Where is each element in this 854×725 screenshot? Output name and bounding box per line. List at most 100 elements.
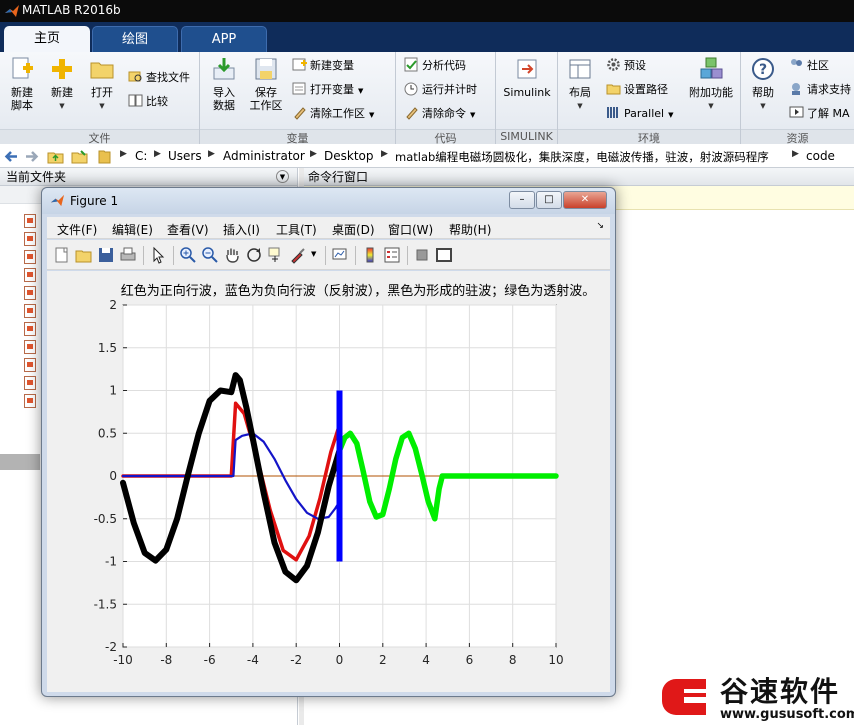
m-file-icon[interactable] bbox=[24, 286, 36, 300]
simulink-button[interactable]: Simulink bbox=[500, 56, 554, 99]
open-variable-button[interactable]: 打开变量 ▼ bbox=[292, 80, 363, 100]
learn-matlab-button[interactable]: 了解 MA bbox=[789, 104, 850, 124]
legend-icon[interactable] bbox=[383, 246, 401, 264]
data-cursor-icon[interactable] bbox=[267, 246, 285, 264]
m-file-icon[interactable] bbox=[24, 322, 36, 336]
menu-insert[interactable]: 插入(I) bbox=[223, 221, 260, 238]
figure-title: Figure 1 bbox=[70, 194, 119, 208]
chevron-right-icon: ▶ bbox=[792, 149, 799, 159]
tab-home[interactable]: 主页 bbox=[4, 26, 90, 53]
tab-plots[interactable]: 绘图 bbox=[92, 26, 178, 52]
find-files-button[interactable]: 查找文件 bbox=[128, 68, 190, 88]
figure-title-bar[interactable]: Figure 1 – □ ✕ bbox=[42, 188, 615, 214]
breadcrumb-users[interactable]: Users bbox=[168, 149, 202, 163]
new-variable-icon bbox=[292, 58, 307, 71]
m-file-icon[interactable] bbox=[24, 304, 36, 318]
pointer-icon[interactable] bbox=[149, 246, 167, 264]
up-folder-icon[interactable] bbox=[47, 148, 64, 165]
m-file-icon[interactable] bbox=[24, 376, 36, 390]
minimize-button[interactable]: – bbox=[509, 191, 535, 209]
m-file-icon[interactable] bbox=[24, 394, 36, 408]
group-label-variable: 变量 bbox=[200, 129, 395, 145]
chevron-down-icon: ▼ bbox=[708, 102, 714, 110]
import-data-button[interactable]: 导入 数据 bbox=[206, 56, 242, 112]
pan-hand-icon[interactable] bbox=[223, 246, 241, 264]
add-ons-button[interactable]: 附加功能 ▼ bbox=[686, 56, 736, 113]
help-button[interactable]: ? 帮助 ▼ bbox=[747, 56, 779, 113]
new-figure-icon[interactable] bbox=[53, 246, 71, 264]
menu-desktop[interactable]: 桌面(D) bbox=[332, 221, 375, 238]
m-file-icon[interactable] bbox=[24, 232, 36, 246]
preferences-button[interactable]: 预设 bbox=[606, 56, 646, 76]
print-icon[interactable] bbox=[119, 246, 137, 264]
request-support-button[interactable]: 请求支持 bbox=[789, 80, 851, 100]
app-title-bar: MATLAB R2016b bbox=[0, 0, 854, 22]
run-and-time-button[interactable]: 运行并计时 bbox=[404, 80, 477, 100]
open-button[interactable]: 打开 ▼ bbox=[84, 56, 120, 113]
menu-edit[interactable]: 编辑(E) bbox=[112, 221, 153, 238]
breadcrumb-code[interactable]: code bbox=[806, 149, 835, 163]
save-workspace-button[interactable]: 保存 工作区 bbox=[246, 56, 286, 112]
browse-folder-icon[interactable] bbox=[71, 148, 88, 165]
plot-area[interactable]: 红色为正向行波，蓝色为负向行波（反射波），黑色为形成的驻波；绿色为透射波。 -1… bbox=[47, 271, 610, 692]
chevron-down-icon: ▼ bbox=[470, 111, 476, 119]
back-arrow-icon[interactable] bbox=[3, 148, 20, 165]
breadcrumb-project-folder[interactable]: matlab编程电磁场圆极化，集肤深度，电磁波传播，驻波，射波源码程序 bbox=[395, 149, 769, 165]
hide-plot-tools-icon[interactable] bbox=[413, 246, 431, 264]
menu-window[interactable]: 窗口(W) bbox=[388, 221, 433, 238]
m-file-icon[interactable] bbox=[24, 340, 36, 354]
m-file-icon[interactable] bbox=[24, 250, 36, 264]
close-button[interactable]: ✕ bbox=[563, 191, 607, 209]
compare-button[interactable]: 比较 bbox=[128, 92, 168, 112]
chevron-right-icon: ▶ bbox=[310, 149, 317, 159]
set-path-button[interactable]: 设置路径 bbox=[606, 80, 668, 100]
show-plot-tools-icon[interactable] bbox=[435, 246, 453, 264]
chevron-down-icon: ▼ bbox=[760, 102, 766, 110]
zoom-out-icon[interactable] bbox=[201, 246, 219, 264]
brush-icon[interactable] bbox=[289, 246, 307, 264]
toolbar-separator bbox=[355, 246, 356, 265]
tab-apps[interactable]: APP bbox=[181, 26, 267, 52]
link-plot-icon[interactable] bbox=[331, 246, 349, 264]
save-icon[interactable] bbox=[97, 246, 115, 264]
rotate-3d-icon[interactable] bbox=[245, 246, 263, 264]
selected-file-row[interactable] bbox=[0, 454, 40, 470]
analyze-code-button[interactable]: 分析代码 bbox=[404, 56, 466, 76]
community-button[interactable]: 社区 bbox=[789, 56, 829, 76]
chevron-right-icon: ▶ bbox=[154, 149, 161, 159]
forward-arrow-icon[interactable] bbox=[23, 148, 40, 165]
menu-help[interactable]: 帮助(H) bbox=[449, 221, 491, 238]
x-tick-label: -2 bbox=[290, 653, 302, 667]
group-variable: 导入 数据 保存 工作区 新建变量 打开变量 ▼ 清除工作区 ▼ 变量 bbox=[200, 52, 396, 145]
new-button[interactable]: 新建 ▼ bbox=[44, 56, 80, 113]
layout-button[interactable]: 布局 ▼ bbox=[562, 56, 598, 113]
new-script-button[interactable]: 新建 脚本 bbox=[4, 56, 40, 112]
chevron-down-icon[interactable]: ▼ bbox=[311, 250, 316, 258]
clear-commands-button[interactable]: 清除命令 ▼ bbox=[404, 104, 475, 124]
dock-arrow-icon[interactable]: ↘ bbox=[596, 221, 604, 231]
zoom-in-icon[interactable] bbox=[179, 246, 197, 264]
panel-menu-icon[interactable]: ▼ bbox=[276, 170, 289, 183]
clear-workspace-button[interactable]: 清除工作区 ▼ bbox=[292, 104, 374, 124]
breadcrumb-administrator[interactable]: Administrator bbox=[223, 149, 305, 163]
new-variable-button[interactable]: 新建变量 bbox=[292, 56, 354, 76]
chevron-right-icon: ▶ bbox=[208, 149, 215, 159]
m-file-icon[interactable] bbox=[24, 268, 36, 282]
parallel-button[interactable]: Parallel ▼ bbox=[606, 104, 673, 124]
menu-view[interactable]: 查看(V) bbox=[167, 221, 209, 238]
menu-tools[interactable]: 工具(T) bbox=[276, 221, 317, 238]
maximize-button[interactable]: □ bbox=[536, 191, 562, 209]
gear-icon bbox=[607, 58, 620, 71]
breadcrumb-desktop[interactable]: Desktop bbox=[324, 149, 374, 163]
menu-file[interactable]: 文件(F) bbox=[57, 221, 97, 238]
colorbar-icon[interactable] bbox=[361, 246, 379, 264]
x-tick-label: 2 bbox=[379, 653, 387, 667]
new-plus-icon bbox=[52, 59, 72, 79]
m-file-icon[interactable] bbox=[24, 358, 36, 372]
x-tick-label: 10 bbox=[548, 653, 563, 667]
x-tick-label: 0 bbox=[336, 653, 344, 667]
breadcrumb-drive[interactable]: C: bbox=[135, 149, 147, 163]
y-tick-label: 1 bbox=[109, 384, 117, 398]
open-file-icon[interactable] bbox=[75, 246, 93, 264]
m-file-icon[interactable] bbox=[24, 214, 36, 228]
